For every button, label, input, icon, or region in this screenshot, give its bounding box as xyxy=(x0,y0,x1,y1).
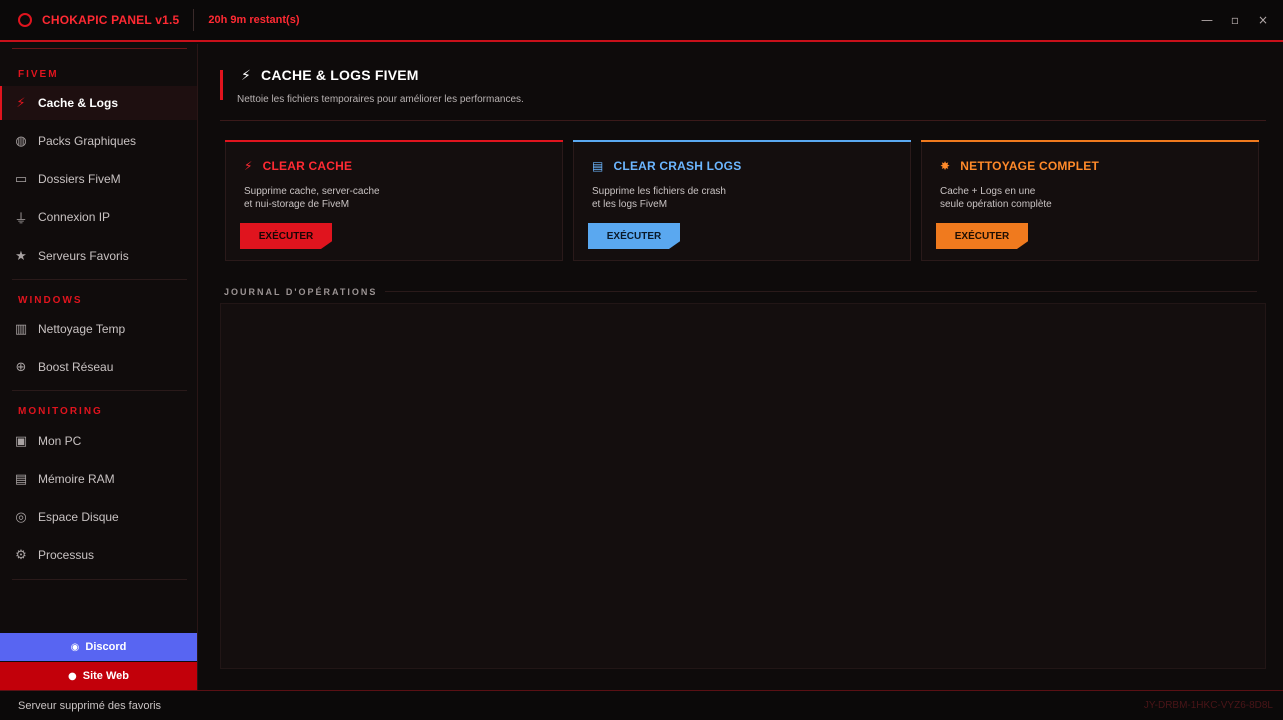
card-top-bar xyxy=(225,140,563,142)
gear-icon: ⚙ xyxy=(15,547,27,563)
card-desc-line: et les logs FiveM xyxy=(592,199,668,210)
card-title-text: CLEAR CACHE xyxy=(262,159,353,173)
main-content: ⚡ CACHE & LOGS FIVEM Nettoie les fichiers… xyxy=(199,44,1283,690)
maximize-button[interactable]: ▫ xyxy=(1225,10,1245,30)
page-title-text: CACHE & LOGS FIVEM xyxy=(261,67,419,83)
page-subtitle: Nettoie les fichiers temporaires pour am… xyxy=(237,94,524,105)
document-icon: ▤ xyxy=(592,159,604,173)
sidebar-item-mon-pc[interactable]: ▣ Mon PC xyxy=(0,424,197,458)
sidebar-item-dossiers-fivem[interactable]: ▭ Dossiers FiveM xyxy=(0,162,197,196)
card-desc-line: et nui-storage de FiveM xyxy=(244,199,350,210)
card-top-bar xyxy=(573,140,911,142)
sidebar-item-nettoyage-temp[interactable]: ▥ Nettoyage Temp xyxy=(0,312,197,346)
site-web-label: Site Web xyxy=(82,670,129,682)
page-accent-bar xyxy=(220,70,223,100)
minimize-button[interactable]: — xyxy=(1197,10,1217,30)
discord-button[interactable]: ◉ Discord xyxy=(0,633,197,661)
card-clear-crash-logs: ▤ CLEAR CRASH LOGS Supprime les fichiers … xyxy=(573,140,911,261)
sidebar-item-label: Espace Disque xyxy=(38,510,119,524)
sidebar-divider xyxy=(12,279,187,280)
lightning-icon: ⚡ xyxy=(16,95,26,111)
card-title: ▤ CLEAR CRASH LOGS xyxy=(592,159,741,173)
memory-icon: ▤ xyxy=(14,471,28,487)
section-monitoring: MONITORING xyxy=(18,406,103,417)
card-description: Cache + Logs en une seule opération comp… xyxy=(940,185,1052,211)
status-message: Serveur supprimé des favoris xyxy=(18,699,162,712)
sidebar-item-label: Mémoire RAM xyxy=(38,472,115,486)
journal-title: JOURNAL D'OPÉRATIONS xyxy=(224,287,378,297)
discord-icon: ◉ xyxy=(70,641,80,653)
execute-nettoyage-complet-button[interactable]: EXÉCUTER xyxy=(936,223,1028,249)
section-fivem: FIVEM xyxy=(18,69,59,80)
sidebar-item-connexion-ip[interactable]: ⏚ Connexion IP xyxy=(0,200,197,234)
app-title: CHOKAPIC PANEL v1.5 xyxy=(42,13,180,27)
discord-label: Discord xyxy=(85,641,127,653)
time-remaining: 20h 9m restant(s) xyxy=(208,14,300,26)
page-title: ⚡ CACHE & LOGS FIVEM xyxy=(241,67,419,84)
sidebar-top-divider xyxy=(12,48,187,49)
sidebar-item-label: Nettoyage Temp xyxy=(38,322,126,336)
card-title-text: CLEAR CRASH LOGS xyxy=(613,159,742,173)
card-nettoyage-complet: ✸ NETTOYAGE COMPLET Cache + Logs en une s… xyxy=(921,140,1259,261)
globe-dot-icon: ● xyxy=(68,670,77,682)
trash-icon: ▥ xyxy=(14,321,28,337)
sidebar-item-espace-disque[interactable]: ◎ Espace Disque xyxy=(0,500,197,534)
card-description: Supprime cache, server-cache et nui-stor… xyxy=(244,185,380,211)
sidebar-divider xyxy=(12,579,187,580)
license-id: JY-DRBM-1HKC-VYZ6-8D8L xyxy=(1143,700,1273,711)
sidebar: FIVEM ⚡ Cache & Logs ◍ Packs Graphiques … xyxy=(0,44,198,690)
sidebar-item-cache-logs[interactable]: ⚡ Cache & Logs xyxy=(0,86,197,120)
sidebar-item-serveurs-favoris[interactable]: ★ Serveurs Favoris xyxy=(0,239,197,273)
sidebar-item-boost-reseau[interactable]: ⊕ Boost Réseau xyxy=(0,350,197,384)
lightning-icon: ⚡ xyxy=(241,68,252,84)
sidebar-item-label: Connexion IP xyxy=(38,210,111,224)
header-divider xyxy=(220,120,1266,121)
palette-icon: ◍ xyxy=(15,133,27,149)
folder-icon: ▭ xyxy=(14,171,28,187)
star-icon: ★ xyxy=(15,248,27,264)
window-controls: — ▫ × xyxy=(1197,10,1273,30)
section-windows: WINDOWS xyxy=(18,295,83,306)
card-desc-line: Supprime cache, server-cache xyxy=(244,186,380,197)
card-title-text: NETTOYAGE COMPLET xyxy=(960,159,1100,173)
journal-divider xyxy=(385,291,1257,292)
execute-clear-cache-button[interactable]: EXÉCUTER xyxy=(240,223,332,249)
lightning-icon: ⚡ xyxy=(244,159,253,173)
card-title: ✸ NETTOYAGE COMPLET xyxy=(940,159,1099,173)
card-desc-line: Supprime les fichiers de crash xyxy=(592,186,726,197)
card-desc-line: seule opération complète xyxy=(940,199,1052,210)
close-button[interactable]: × xyxy=(1253,10,1273,30)
sparkle-icon: ✸ xyxy=(940,159,951,173)
sidebar-item-label: Cache & Logs xyxy=(38,96,119,110)
status-bar: Serveur supprimé des favoris JY-DRBM-1HK… xyxy=(0,690,1283,720)
card-description: Supprime les fichiers de crash et les lo… xyxy=(592,185,726,211)
plug-icon: ⏚ xyxy=(14,211,28,227)
sidebar-item-packs-graphiques[interactable]: ◍ Packs Graphiques xyxy=(0,124,197,158)
title-bar: CHOKAPIC PANEL v1.5 20h 9m restant(s) — … xyxy=(0,0,1283,42)
sidebar-item-label: Mon PC xyxy=(38,434,82,448)
title-separator xyxy=(193,9,195,31)
journal-log-panel[interactable] xyxy=(220,303,1266,669)
card-desc-line: Cache + Logs en une xyxy=(940,186,1036,197)
sidebar-item-processus[interactable]: ⚙ Processus xyxy=(0,538,197,572)
card-clear-cache: ⚡ CLEAR CACHE Supprime cache, server-cach… xyxy=(225,140,563,261)
card-title: ⚡ CLEAR CACHE xyxy=(244,159,352,173)
sidebar-item-label: Processus xyxy=(38,548,95,562)
globe-icon: ⊕ xyxy=(15,359,27,375)
execute-clear-crash-logs-button[interactable]: EXÉCUTER xyxy=(588,223,680,249)
sidebar-item-memoire-ram[interactable]: ▤ Mémoire RAM xyxy=(0,462,197,496)
site-web-button[interactable]: ● Site Web xyxy=(0,662,197,690)
computer-icon: ▣ xyxy=(14,433,28,449)
sidebar-item-label: Packs Graphiques xyxy=(38,134,137,148)
disk-icon: ◎ xyxy=(15,509,27,525)
sidebar-item-label: Dossiers FiveM xyxy=(38,172,121,186)
sidebar-item-label: Boost Réseau xyxy=(38,360,114,374)
app-logo-icon xyxy=(18,13,32,27)
sidebar-item-label: Serveurs Favoris xyxy=(38,249,129,263)
sidebar-divider xyxy=(12,390,187,391)
card-top-bar xyxy=(921,140,1259,142)
